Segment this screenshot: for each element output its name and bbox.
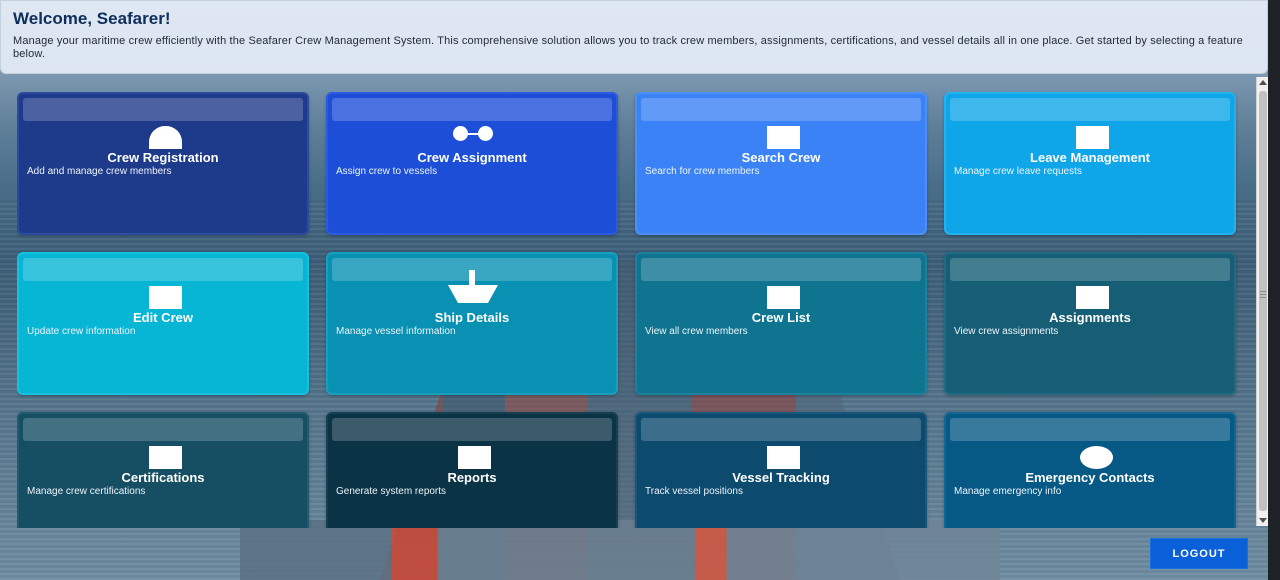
page-title: Welcome, Seafarer! xyxy=(13,9,171,28)
welcome-header: Welcome, Seafarer! Manage your maritime … xyxy=(0,0,1268,74)
card-description: Add and manage crew members xyxy=(27,166,172,177)
card-crew-registration[interactable]: Crew Registration Add and manage crew me… xyxy=(17,92,309,235)
edit-icon xyxy=(149,286,182,309)
card-title: Emergency Contacts xyxy=(1025,470,1155,485)
window-edge xyxy=(1268,0,1280,580)
card-header-bar xyxy=(23,418,303,441)
card-title: Reports xyxy=(447,470,497,485)
card-title: Vessel Tracking xyxy=(732,470,830,485)
list-icon xyxy=(767,286,800,309)
card-title: Crew Assignment xyxy=(417,150,527,165)
card-header-bar xyxy=(23,98,303,121)
search-icon xyxy=(767,126,800,149)
card-description: View all crew members xyxy=(645,326,748,337)
grip-line xyxy=(1260,291,1266,292)
card-description: Manage crew leave requests xyxy=(954,166,1082,177)
card-header-bar xyxy=(641,418,921,441)
person-icon xyxy=(149,126,182,149)
card-description: View crew assignments xyxy=(954,326,1059,337)
feature-grid: Crew Registration Add and manage crew me… xyxy=(17,92,1239,528)
card-vessel-tracking[interactable]: Vessel Tracking Track vessel positions xyxy=(635,412,927,528)
card-crew-assignment[interactable]: Crew Assignment Assign crew to vessels xyxy=(326,92,618,235)
card-title: Crew List xyxy=(751,310,811,325)
card-header-bar xyxy=(641,258,921,281)
card-title: Search Crew xyxy=(741,150,821,165)
card-description: Track vessel positions xyxy=(645,486,743,497)
phone-icon xyxy=(1080,446,1113,469)
logout-button[interactable]: LOGOUT xyxy=(1150,538,1248,569)
card-title: Certifications xyxy=(121,470,205,485)
deck-background xyxy=(240,520,1000,580)
card-description: Update crew information xyxy=(27,326,136,337)
card-header-bar xyxy=(950,258,1230,281)
card-header-bar xyxy=(641,98,921,121)
card-certifications[interactable]: Certifications Manage crew certification… xyxy=(17,412,309,528)
card-header-bar xyxy=(332,98,612,121)
card-description: Assign crew to vessels xyxy=(336,166,438,177)
card-leave-management[interactable]: Leave Management Manage crew leave reque… xyxy=(944,92,1236,235)
certificate-icon xyxy=(149,446,182,469)
card-title: Assignments xyxy=(1049,310,1131,325)
calendar-icon xyxy=(1076,126,1109,149)
card-emergency-contacts[interactable]: Emergency Contacts Manage emergency info xyxy=(944,412,1236,528)
card-description: Search for crew members xyxy=(645,166,760,177)
card-title: Crew Registration xyxy=(107,150,219,165)
card-ship-details[interactable]: Ship Details Manage vessel information xyxy=(326,252,618,395)
link-icon xyxy=(453,126,493,149)
scrollbar-thumb[interactable] xyxy=(1259,91,1267,511)
card-assignments[interactable]: Assignments View crew assignments xyxy=(944,252,1236,395)
card-description: Manage emergency info xyxy=(954,486,1062,497)
chevron-up-icon xyxy=(1259,80,1267,85)
clipboard-icon xyxy=(1076,286,1109,309)
card-description: Manage vessel information xyxy=(336,326,456,337)
card-header-bar xyxy=(950,98,1230,121)
card-description: Manage crew certifications xyxy=(27,486,146,497)
card-edit-crew[interactable]: Edit Crew Update crew information xyxy=(17,252,309,395)
card-header-bar xyxy=(23,258,303,281)
card-description: Generate system reports xyxy=(336,486,447,497)
map-icon xyxy=(767,446,800,469)
card-title: Leave Management xyxy=(1030,150,1150,165)
card-header-bar xyxy=(332,418,612,441)
chevron-down-icon xyxy=(1259,518,1267,523)
report-icon xyxy=(458,446,491,469)
card-search-crew[interactable]: Search Crew Search for crew members xyxy=(635,92,927,235)
card-reports[interactable]: Reports Generate system reports xyxy=(326,412,618,528)
card-title: Ship Details xyxy=(434,310,510,325)
card-header-bar xyxy=(950,418,1230,441)
ship-icon xyxy=(448,270,498,303)
grip-line xyxy=(1260,297,1266,298)
grip-line xyxy=(1260,294,1266,295)
welcome-description: Manage your maritime crew efficiently wi… xyxy=(13,35,1243,60)
card-crew-list[interactable]: Crew List View all crew members xyxy=(635,252,927,395)
card-title: Edit Crew xyxy=(133,310,193,325)
